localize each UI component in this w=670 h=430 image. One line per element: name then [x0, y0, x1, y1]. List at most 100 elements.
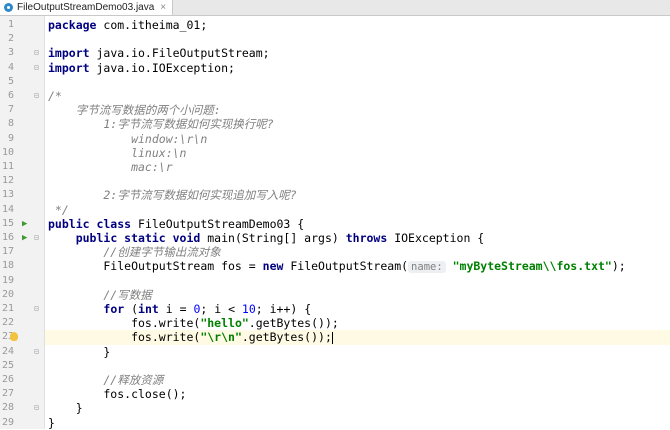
fold-icon[interactable]: ⊟ — [34, 345, 39, 359]
run-icon[interactable]: ▶ — [22, 217, 27, 231]
code-line-8: 8 1:字节流写数据如何实现换行呢? — [8, 117, 670, 132]
code-text: fos.write( — [48, 330, 201, 345]
code-line-16: 16 ▶ ⊟ public static void main(String[] … — [2, 231, 670, 245]
line-number: 27 — [1, 388, 14, 400]
lightbulb-icon[interactable] — [10, 332, 18, 342]
comment: //写数据 — [48, 287, 152, 302]
code-text: main(String[] args) — [200, 231, 346, 245]
line-number: 25 — [1, 359, 14, 371]
line-number: 1 — [7, 19, 14, 30]
java-class-icon — [4, 3, 13, 12]
keyword: import — [48, 46, 90, 61]
line-number: 22 — [1, 317, 14, 329]
code-text: } — [48, 401, 83, 416]
code-editor[interactable]: 1 package com.itheima_01; 2 3 ⊟ import j… — [0, 16, 670, 430]
code-text: IOException { — [387, 231, 485, 245]
code-text: ); — [611, 259, 626, 274]
line-number: 3 — [7, 47, 14, 59]
keyword: package — [48, 18, 97, 32]
line-number: 5 — [7, 75, 14, 87]
code-text: FileOutputStream fos = — [48, 259, 263, 274]
code-line-23-current: 23 fos.write("\r\n".getBytes()); — [2, 330, 670, 345]
parameter-hint: name: — [408, 261, 446, 274]
line-number: 21 — [1, 303, 14, 314]
code-line-21: 21 ⊟ for (int i = 0; i < 10; i++) { — [2, 302, 670, 316]
code-text: .getBytes()); — [241, 330, 332, 345]
fold-icon[interactable]: ⊟ — [34, 46, 39, 60]
keyword: for — [103, 302, 125, 316]
line-number: 17 — [1, 246, 14, 258]
string-literal: "\r\n" — [200, 330, 242, 345]
code-text: } — [48, 415, 55, 430]
code-area[interactable]: 1 package com.itheima_01; 2 3 ⊟ import j… — [2, 16, 670, 430]
comment: //创建字节输出流对象 — [48, 245, 221, 260]
code-line-14: 14 */ — [2, 203, 670, 217]
fold-icon[interactable]: ⊟ — [34, 401, 39, 415]
line-number: 12 — [1, 175, 14, 187]
line-number: 10 — [1, 146, 14, 158]
line-number: 18 — [1, 260, 14, 272]
comment: 2:字节流写数据如何实现追加写入呢? — [48, 188, 297, 203]
fold-icon[interactable]: ⊟ — [34, 231, 39, 245]
code-line-15: 15 ▶ public class FileOutputStreamDemo03… — [2, 216, 670, 231]
run-icon[interactable]: ▶ — [22, 231, 27, 245]
keyword: int — [138, 302, 159, 316]
keyword: import — [48, 60, 90, 75]
code-text: fos.write( — [48, 316, 201, 331]
code-line-3: 3 ⊟ import java.io.FileOutputStream; — [8, 46, 670, 61]
code-line-5: 5 — [8, 75, 670, 89]
code-text: i = — [158, 302, 194, 316]
line-number: 9 — [7, 132, 14, 144]
code-line-4: 4 ⊟ import java.io.IOException; — [8, 60, 670, 75]
line-number: 8 — [7, 118, 14, 130]
code-line-26: 26 //释放资源 — [2, 373, 670, 387]
code-line-11: 11 mac:\r — [2, 160, 670, 174]
comment: /* — [48, 89, 62, 103]
code-line-2: 2 — [8, 32, 670, 46]
code-text: FileOutputStream( — [283, 259, 409, 274]
file-tab[interactable]: FileOutputStreamDemo03.java × — [0, 0, 174, 15]
string-literal: "hello" — [200, 316, 249, 331]
code-line-19: 19 — [2, 274, 670, 288]
code-line-12: 12 — [2, 174, 670, 188]
fold-icon[interactable]: ⊟ — [34, 61, 39, 75]
editor-tab-bar: FileOutputStreamDemo03.java × — [0, 0, 670, 16]
fold-icon[interactable]: ⊟ — [34, 302, 39, 316]
close-tab-icon[interactable]: × — [160, 2, 166, 13]
code-line-27: 27 fos.close(); — [2, 387, 670, 401]
code-text: java.io.IOException; — [89, 60, 235, 75]
code-text: ( — [124, 302, 139, 316]
code-line-18: 18 FileOutputStream fos = new FileOutput… — [2, 259, 670, 274]
comment: //释放资源 — [48, 373, 164, 387]
number-literal: 10 — [241, 302, 256, 316]
keyword: public class — [48, 216, 132, 231]
code-line-24: 24 ⊟ } — [2, 345, 670, 359]
code-line-1: 1 package com.itheima_01; — [8, 18, 670, 32]
code-line-29: 29 } — [2, 415, 670, 430]
line-number: 11 — [1, 161, 14, 172]
comment: linux:\n — [48, 145, 187, 160]
code-line-28: 28 ⊟ } — [2, 401, 670, 416]
code-text: FileOutputStreamDemo03 { — [131, 216, 305, 231]
line-number: 14 — [1, 203, 14, 215]
code-text: ; i < — [200, 302, 242, 316]
line-number: 26 — [1, 374, 14, 385]
line-number: 19 — [1, 274, 14, 286]
fold-icon[interactable]: ⊟ — [34, 89, 39, 103]
code-line-20: 20 //写数据 — [2, 287, 670, 302]
text-caret — [331, 331, 333, 344]
line-number: 7 — [7, 104, 14, 116]
line-number: 20 — [1, 288, 14, 300]
code-line-22: 22 fos.write("hello".getBytes()); — [2, 316, 670, 331]
line-number: 28 — [1, 402, 14, 414]
line-number: 16 — [1, 232, 14, 243]
comment: 1:字节流写数据如何实现换行呢? — [48, 117, 274, 132]
file-tab-title: FileOutputStreamDemo03.java — [17, 2, 155, 13]
line-number: 15 — [1, 217, 14, 229]
line-number: 4 — [7, 61, 14, 73]
comment: window:\r\n — [48, 131, 208, 146]
line-number: 24 — [1, 345, 14, 357]
code-text: com.itheima_01; — [96, 18, 208, 32]
